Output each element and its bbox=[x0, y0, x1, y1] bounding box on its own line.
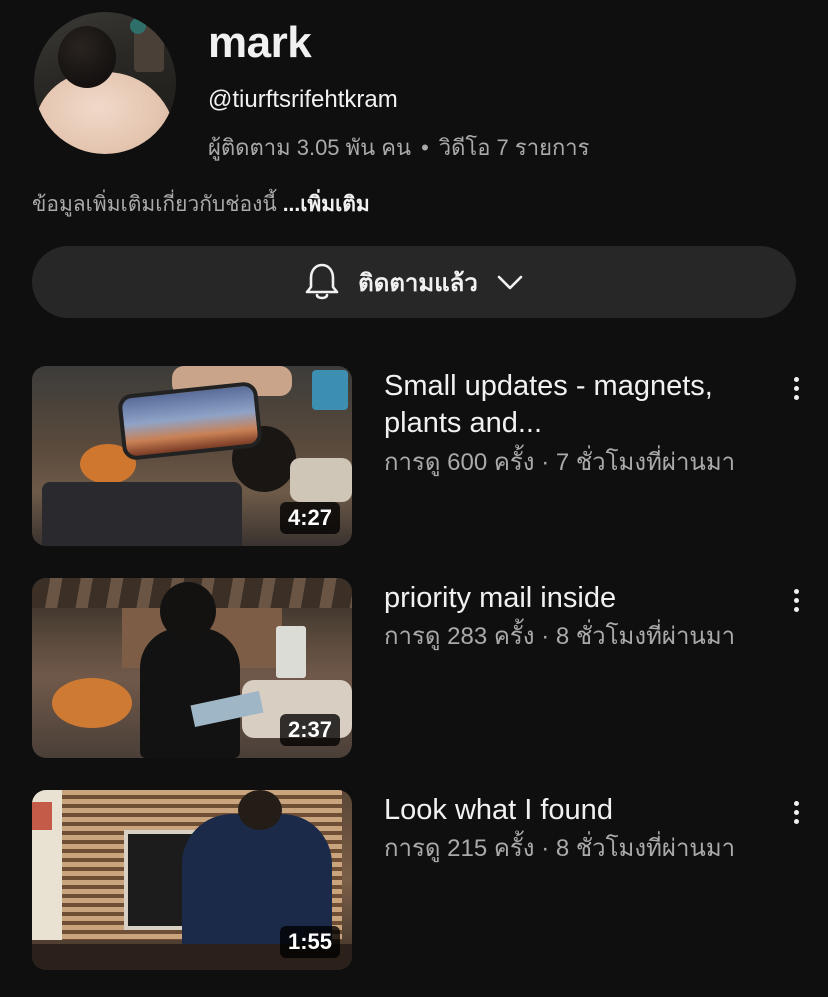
avatar-head bbox=[58, 26, 116, 88]
stats-separator: • bbox=[421, 134, 429, 160]
channel-avatar[interactable] bbox=[34, 12, 176, 154]
thumb-lamp bbox=[312, 370, 348, 410]
video-duration: 4:27 bbox=[279, 502, 340, 534]
more-link[interactable]: ...เพิ่มเติม bbox=[283, 193, 370, 216]
video-title[interactable]: priority mail inside bbox=[384, 580, 764, 617]
video-title[interactable]: Small updates - magnets, plants and... bbox=[384, 368, 764, 442]
thumb-head bbox=[238, 790, 282, 830]
video-item[interactable]: 1:55 Look what I found การดู 215 ครั้ง ·… bbox=[32, 790, 799, 970]
channel-handle: @tiurftsrifehtkram bbox=[208, 86, 398, 113]
thumb-pillow bbox=[290, 458, 352, 502]
video-thumbnail[interactable]: 1:55 bbox=[32, 790, 352, 970]
video-thumbnail[interactable]: 2:37 bbox=[32, 578, 352, 758]
thumb-orange-object bbox=[52, 678, 132, 728]
thumb-poster bbox=[32, 802, 52, 830]
thumb-fridge bbox=[276, 626, 306, 678]
channel-name: mark bbox=[208, 18, 312, 67]
subscriber-count: ผู้ติดตาม 3.05 พัน คน bbox=[208, 135, 412, 160]
video-duration: 2:37 bbox=[279, 714, 340, 746]
video-count: วิดีโอ 7 รายการ bbox=[438, 135, 590, 160]
more-options-icon[interactable] bbox=[784, 796, 808, 828]
video-thumbnail[interactable]: 4:27 bbox=[32, 366, 352, 546]
video-duration: 1:55 bbox=[279, 926, 340, 958]
avatar-shirt bbox=[34, 72, 176, 154]
thumb-head bbox=[160, 582, 216, 640]
thumb-person bbox=[140, 628, 240, 758]
channel-stats: ผู้ติดตาม 3.05 พัน คน • วิดีโอ 7 รายการ bbox=[208, 130, 589, 165]
video-item[interactable]: 4:27 Small updates - magnets, plants and… bbox=[32, 366, 799, 546]
channel-about[interactable]: ข้อมูลเพิ่มเติมเกี่ยวกับช่องนี้ ...เพิ่มเ… bbox=[32, 188, 370, 221]
avatar-plant bbox=[130, 18, 146, 34]
subscribed-button[interactable]: ติดตามแล้ว bbox=[32, 246, 796, 318]
video-meta: การดู 283 ครั้ง · 8 ชั่วโมงที่ผ่านมา bbox=[384, 623, 736, 650]
bell-icon bbox=[304, 262, 340, 302]
thumb-laptop bbox=[42, 482, 242, 546]
more-options-icon[interactable] bbox=[784, 584, 808, 616]
chevron-down-icon bbox=[496, 272, 524, 292]
about-text: ข้อมูลเพิ่มเติมเกี่ยวกับช่องนี้ bbox=[32, 193, 277, 216]
more-options-icon[interactable] bbox=[784, 372, 808, 404]
video-meta: การดู 600 ครั้ง · 7 ชั่วโมงที่ผ่านมา bbox=[384, 449, 736, 476]
subscribed-label: ติดตามแล้ว bbox=[358, 269, 478, 297]
video-item[interactable]: 2:37 priority mail inside การดู 283 ครั้… bbox=[32, 578, 799, 758]
channel-page: mark @tiurftsrifehtkram ผู้ติดตาม 3.05 พ… bbox=[0, 0, 828, 997]
video-title[interactable]: Look what I found bbox=[384, 792, 764, 829]
video-meta: การดู 215 ครั้ง · 8 ชั่วโมงที่ผ่านมา bbox=[384, 835, 736, 862]
